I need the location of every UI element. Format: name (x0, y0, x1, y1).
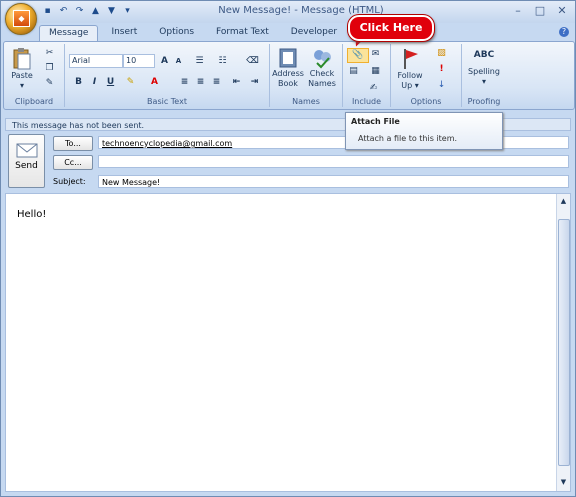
align-center-icon[interactable]: ≡ (193, 75, 208, 90)
scroll-thumb[interactable] (558, 219, 570, 466)
subject-field[interactable]: New Message! (98, 175, 569, 188)
minimize-icon[interactable]: – (511, 4, 525, 17)
clipboard-group: Paste ▾ ✂ ❐ ✎ Clipboard (4, 44, 65, 107)
proofing-group-label: Proofing (467, 97, 501, 106)
quick-access-toolbar: ▪ ↶ ↷ ▲ ▼ ▾ (41, 5, 134, 18)
low-importance-icon[interactable]: ↓ (435, 79, 448, 92)
tab-format-text[interactable]: Format Text (207, 25, 278, 42)
business-card-icon[interactable]: ▤ (347, 65, 360, 78)
clipboard-group-label: Clipboard (14, 97, 54, 106)
paste-button[interactable]: Paste ▾ (10, 47, 34, 91)
proofing-group: ABC Spelling ▾ Proofing (462, 44, 506, 107)
tab-insert[interactable]: Insert (102, 25, 146, 42)
message-body[interactable]: Hello! ▲ ▼ (5, 193, 571, 492)
basic-text-group: Arial 10 A A ☰ ☷ ⌫ B I U ✎ A ≡ ≡ ≡ ⇤ ⇥ B… (65, 44, 270, 107)
to-button[interactable]: To... (53, 136, 93, 151)
italic-button[interactable]: I (87, 75, 102, 90)
shrink-font-icon[interactable]: A (171, 54, 186, 69)
tab-developer[interactable]: Developer (282, 25, 346, 42)
redo-icon[interactable]: ↷ (73, 5, 86, 18)
clear-formatting-icon[interactable]: ⌫ (245, 54, 260, 69)
bold-button[interactable]: B (71, 75, 86, 90)
attach-file-icon[interactable]: 📎 (347, 48, 369, 63)
undo-icon[interactable]: ↶ (57, 5, 70, 18)
send-envelope-icon (16, 143, 37, 158)
subject-label: Subject: (53, 177, 86, 186)
basic-text-group-label: Basic Text (147, 97, 187, 106)
font-name-select[interactable]: Arial (69, 54, 123, 68)
check-names-icon (314, 50, 331, 69)
up-arrow-icon[interactable]: ▲ (89, 5, 102, 18)
include-group: 📎 ✉ ▤ ▦ ✍ Include (343, 44, 391, 107)
ribbon: Paste ▾ ✂ ❐ ✎ Clipboard Arial 10 A A ☰ ☷ … (3, 41, 575, 110)
address-book-icon (279, 48, 297, 68)
decrease-indent-icon[interactable]: ⇤ (229, 75, 244, 90)
highlight-icon[interactable]: ✎ (123, 75, 138, 90)
body-text: Hello! (17, 209, 47, 220)
increase-indent-icon[interactable]: ⇥ (247, 75, 262, 90)
names-group: Address Book Check Names Names (270, 44, 343, 107)
high-importance-icon[interactable]: ! (435, 63, 448, 76)
window-controls: – □ ✕ (511, 4, 569, 17)
font-size-select[interactable]: 10 (123, 54, 155, 68)
calendar-icon[interactable]: ▦ (369, 65, 382, 78)
scroll-up-icon[interactable]: ▲ (557, 195, 570, 208)
click-here-callout: Click Here (348, 15, 434, 41)
paste-icon (13, 48, 31, 70)
close-icon[interactable]: ✕ (555, 4, 569, 17)
cc-field[interactable] (98, 155, 569, 168)
send-button[interactable]: Send (8, 134, 45, 188)
categorize-icon[interactable]: ▨ (435, 47, 448, 60)
scroll-down-icon[interactable]: ▼ (557, 476, 570, 489)
numbering-icon[interactable]: ☷ (215, 54, 230, 69)
help-icon[interactable]: ? (559, 27, 569, 37)
attach-file-tooltip: Attach File Attach a file to this item. (345, 112, 503, 150)
check-names-button[interactable]: Check Names (306, 47, 338, 89)
align-right-icon[interactable]: ≡ (209, 75, 224, 90)
follow-up-button[interactable]: Follow Up ▾ (393, 47, 427, 91)
cc-button[interactable]: Cc... (53, 155, 93, 170)
copy-icon[interactable]: ❐ (43, 62, 56, 75)
tooltip-title: Attach File (351, 117, 400, 126)
address-book-button[interactable]: Address Book (272, 47, 304, 89)
message-window: ▪ ↶ ↷ ▲ ▼ ▾ New Message! - Message (HTML… (0, 0, 576, 497)
customize-toolbar-icon[interactable]: ▾ (121, 5, 134, 18)
follow-up-flag-icon (404, 49, 418, 69)
format-painter-icon[interactable]: ✎ (43, 77, 56, 90)
title-bar: ▪ ↶ ↷ ▲ ▼ ▾ New Message! - Message (HTML… (1, 1, 575, 23)
bullets-icon[interactable]: ☰ (192, 54, 207, 69)
down-arrow-icon[interactable]: ▼ (105, 5, 118, 18)
save-icon[interactable]: ▪ (41, 5, 54, 18)
office-logo-icon: ◆ (13, 10, 30, 27)
spelling-button[interactable]: ABC Spelling ▾ (466, 47, 502, 87)
maximize-icon[interactable]: □ (533, 4, 547, 17)
tooltip-description: Attach a file to this item. (358, 134, 458, 143)
cut-icon[interactable]: ✂ (43, 47, 56, 60)
spelling-abc-icon: ABC (473, 50, 495, 60)
include-group-label: Include (351, 97, 382, 106)
font-color-icon[interactable]: A (147, 75, 162, 90)
vertical-scrollbar[interactable]: ▲ ▼ (556, 194, 570, 491)
signature-icon[interactable]: ✍ (367, 82, 380, 95)
tab-options[interactable]: Options (150, 25, 203, 42)
align-left-icon[interactable]: ≡ (177, 75, 192, 90)
options-group: Follow Up ▾ ▨ ! ↓ Options (391, 44, 462, 107)
office-button[interactable]: ◆ (5, 3, 37, 35)
attach-item-icon[interactable]: ✉ (369, 48, 382, 61)
options-group-label: Options (410, 97, 442, 106)
names-group-label: Names (292, 97, 320, 106)
grow-font-icon[interactable]: A (157, 54, 172, 69)
underline-button[interactable]: U (103, 75, 118, 90)
